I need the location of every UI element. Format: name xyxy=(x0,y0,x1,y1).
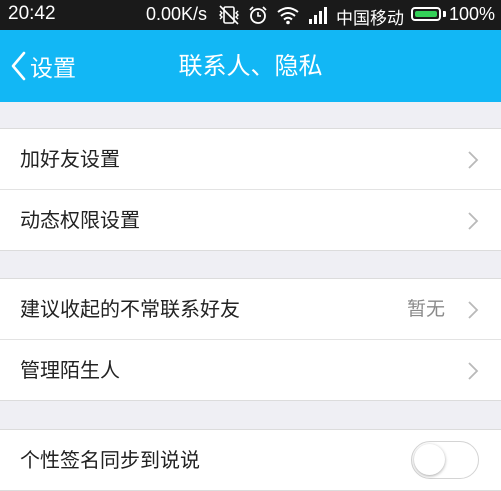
signal-icon xyxy=(309,7,327,24)
feed-permission-settings-row[interactable]: 动态权限设置 xyxy=(0,189,501,250)
carrier-name: 中国移动 xyxy=(336,9,404,29)
battery-tip xyxy=(443,11,446,17)
row-label: 管理陌生人 xyxy=(20,358,120,382)
settings-group-contacts: 建议收起的不常联系好友 暂无 管理陌生人 xyxy=(0,278,501,401)
title-bar: 设置 联系人、隐私 xyxy=(0,30,501,102)
row-label: 个性签名同步到说说 xyxy=(20,448,200,472)
status-bar: 20:42 0.00K/s 中国移动 100% xyxy=(0,0,501,30)
battery-percent: 100% xyxy=(449,4,496,24)
add-friend-settings-row[interactable]: 加好友设置 xyxy=(0,129,501,189)
inactive-friends-row[interactable]: 建议收起的不常联系好友 暂无 xyxy=(0,279,501,339)
back-label: 设置 xyxy=(30,56,76,82)
status-icons xyxy=(218,3,328,27)
chevron-right-icon xyxy=(468,301,479,319)
chevron-right-icon xyxy=(468,151,479,169)
battery-icon xyxy=(411,7,441,21)
row-value: 暂无 xyxy=(406,298,445,320)
toggle-knob xyxy=(414,444,445,475)
row-label: 动态权限设置 xyxy=(20,208,140,232)
chevron-right-icon xyxy=(468,212,479,230)
settings-group-friends: 加好友设置 动态权限设置 xyxy=(0,128,501,251)
signature-sync-toggle[interactable] xyxy=(411,441,479,479)
row-label: 加好友设置 xyxy=(20,147,120,171)
alarm-icon xyxy=(249,6,267,24)
back-button[interactable]: 设置 xyxy=(10,30,76,102)
chevron-left-icon xyxy=(11,51,26,81)
chevron-right-icon xyxy=(468,362,479,380)
network-speed: 0.00K/s xyxy=(146,4,208,24)
wifi-icon xyxy=(277,7,299,25)
vibrate-off-icon xyxy=(219,5,239,25)
manage-strangers-row[interactable]: 管理陌生人 xyxy=(0,339,501,400)
signature-sync-row: 个性签名同步到说说 xyxy=(0,430,501,490)
status-time: 20:42 xyxy=(8,3,56,24)
row-label: 建议收起的不常联系好友 xyxy=(20,297,240,321)
settings-group-signature: 个性签名同步到说说 xyxy=(0,429,501,491)
